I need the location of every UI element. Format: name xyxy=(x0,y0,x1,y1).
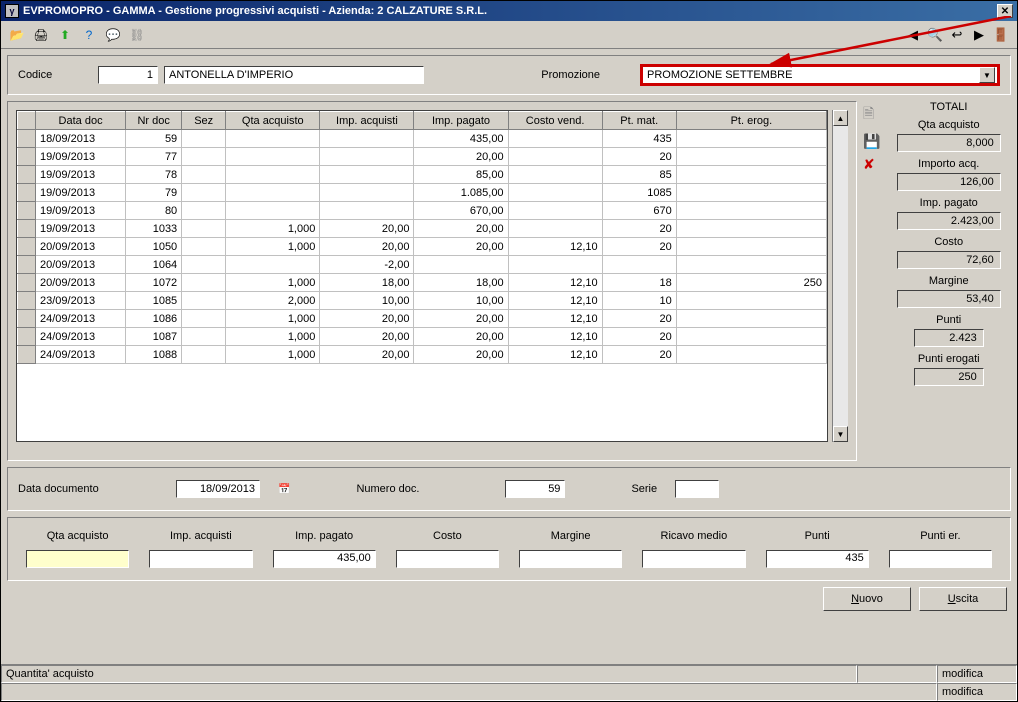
new-row-icon[interactable]: 🗎 xyxy=(863,103,880,127)
exit-icon[interactable]: 🚪 xyxy=(991,25,1011,45)
promozione-combo[interactable]: PROMOZIONE SETTEMBRE ▼ xyxy=(640,64,1000,86)
input-label: Ricavo medio xyxy=(661,530,728,542)
scrollbar[interactable]: ▲ ▼ xyxy=(832,110,848,442)
table-row[interactable]: 20/09/20131064-2,00 xyxy=(18,256,827,274)
codice-label: Codice xyxy=(18,69,98,81)
chevron-down-icon[interactable]: ▼ xyxy=(979,67,995,83)
total-costo: 72,60 xyxy=(897,251,1001,269)
table-row[interactable]: 19/09/20137885,0085 xyxy=(18,166,827,184)
total-punti: 2.423 xyxy=(914,329,984,347)
table-row[interactable]: 24/09/201310861,00020,0020,0012,1020 xyxy=(18,310,827,328)
input-field-ricavo-medio[interactable] xyxy=(642,550,745,568)
app-icon: γ xyxy=(5,4,19,18)
column-header[interactable]: Costo vend. xyxy=(508,112,602,130)
uscita-button[interactable]: Uscita xyxy=(919,587,1007,611)
nav-right-icon[interactable]: ▶ xyxy=(969,25,989,45)
detail-panel: Data documento 18/09/2013 📅 Numero doc. … xyxy=(7,467,1011,511)
status-left: Quantita' acquisto xyxy=(1,665,857,683)
column-header[interactable]: Data doc xyxy=(36,112,126,130)
nuovo-button[interactable]: Nuovo xyxy=(823,587,911,611)
calendar-icon[interactable]: 📅 xyxy=(278,484,290,495)
toolbar: 📂 🖨 ⬆ ? 💬 ⛓ ◀ 🔍 ↩ ▶ 🚪 xyxy=(1,21,1017,49)
codice-field[interactable]: 1 xyxy=(98,66,158,84)
totals-panel: TOTALI Qta acquisto 8,000 Importo acq. 1… xyxy=(886,101,1011,461)
grid-actions: 🗎 💾 ✘ xyxy=(863,101,880,461)
status-r2: modifica xyxy=(937,683,1017,701)
serie-field[interactable] xyxy=(675,480,719,498)
column-header[interactable]: Qta acquisto xyxy=(226,112,320,130)
input-field-imp-pagato[interactable]: 435,00 xyxy=(273,550,376,568)
num-doc-field[interactable]: 59 xyxy=(505,480,565,498)
open-icon[interactable]: 📂 xyxy=(7,25,27,45)
total-punti-erog: 250 xyxy=(914,368,984,386)
input-field-costo[interactable] xyxy=(396,550,499,568)
promozione-label: Promozione xyxy=(541,69,600,81)
table-row[interactable]: 19/09/2013791.085,001085 xyxy=(18,184,827,202)
grid-panel: Data docNr docSezQta acquistoImp. acquis… xyxy=(7,101,857,461)
num-doc-label: Numero doc. xyxy=(356,483,419,495)
export-icon[interactable]: ⬆ xyxy=(55,25,75,45)
column-header[interactable]: Imp. acquisti xyxy=(320,112,414,130)
statusbar: Quantita' acquisto modifica modifica xyxy=(1,664,1017,701)
input-label: Imp. acquisti xyxy=(170,530,232,542)
data-doc-field[interactable]: 18/09/2013 xyxy=(176,480,260,498)
input-label: Qta acquisto xyxy=(47,530,109,542)
scroll-up-icon[interactable]: ▲ xyxy=(833,110,848,126)
column-header[interactable]: Pt. mat. xyxy=(602,112,676,130)
search-icon[interactable]: 🔍 xyxy=(925,25,945,45)
table-row[interactable]: 23/09/201310852,00010,0010,0012,1010 xyxy=(18,292,827,310)
history-icon[interactable]: ↩ xyxy=(947,25,967,45)
table-row[interactable]: 24/09/201310871,00020,0020,0012,1020 xyxy=(18,328,827,346)
input-label: Imp. pagato xyxy=(295,530,353,542)
input-label: Margine xyxy=(551,530,591,542)
delete-icon[interactable]: ✘ xyxy=(863,156,880,173)
total-imp-acq: 126,00 xyxy=(897,173,1001,191)
status-r1: modifica xyxy=(937,665,1017,683)
save-icon[interactable]: 💾 xyxy=(863,133,880,150)
titlebar: γ EVPROMOPRO - GAMMA - Gestione progress… xyxy=(1,1,1017,21)
input-label: Punti xyxy=(805,530,830,542)
info-icon[interactable]: 💬 xyxy=(103,25,123,45)
inputs-panel: Qta acquisto Imp. acquisti Imp. pagato 435,… xyxy=(7,517,1011,581)
data-grid[interactable]: Data docNr docSezQta acquistoImp. acquis… xyxy=(16,110,828,442)
table-row[interactable]: 20/09/201310721,00018,0018,0012,1018250 xyxy=(18,274,827,292)
total-qta: 8,000 xyxy=(897,134,1001,152)
column-header[interactable]: Pt. erog. xyxy=(676,112,826,130)
button-bar: Nuovo Uscita xyxy=(11,587,1007,611)
input-label: Costo xyxy=(433,530,462,542)
close-icon[interactable]: ✕ xyxy=(997,4,1013,18)
promozione-value: PROMOZIONE SETTEMBRE xyxy=(647,69,792,81)
nav-left-icon[interactable]: ◀ xyxy=(903,25,923,45)
input-field-qta-acquisto[interactable] xyxy=(26,550,129,568)
total-imp-pag: 2.423,00 xyxy=(897,212,1001,230)
serie-label: Serie xyxy=(631,483,657,495)
table-row[interactable]: 19/09/201310331,00020,0020,0020 xyxy=(18,220,827,238)
input-field-imp-acquisti[interactable] xyxy=(149,550,252,568)
input-field-margine[interactable] xyxy=(519,550,622,568)
input-label: Punti er. xyxy=(920,530,960,542)
window-title: EVPROMOPRO - GAMMA - Gestione progressiv… xyxy=(23,5,487,17)
scroll-down-icon[interactable]: ▼ xyxy=(833,426,848,442)
codice-desc-field[interactable]: ANTONELLA D'IMPERIO xyxy=(164,66,424,84)
totals-title: TOTALI xyxy=(886,101,1011,113)
data-doc-label: Data documento xyxy=(18,483,158,495)
table-row[interactable]: 19/09/201380670,00670 xyxy=(18,202,827,220)
print-icon[interactable]: 🖨 xyxy=(31,25,51,45)
table-row[interactable]: 18/09/201359435,00435 xyxy=(18,130,827,148)
table-row[interactable]: 20/09/201310501,00020,0020,0012,1020 xyxy=(18,238,827,256)
input-field-punti-er-[interactable] xyxy=(889,550,992,568)
total-margine: 53,40 xyxy=(897,290,1001,308)
help-icon[interactable]: ? xyxy=(79,25,99,45)
column-header[interactable]: Imp. pagato xyxy=(414,112,508,130)
header-panel: Codice 1 ANTONELLA D'IMPERIO Promozione … xyxy=(7,55,1011,95)
table-row[interactable]: 19/09/20137720,0020 xyxy=(18,148,827,166)
link-icon[interactable]: ⛓ xyxy=(127,25,147,45)
column-header[interactable]: Sez xyxy=(182,112,226,130)
input-field-punti[interactable]: 435 xyxy=(766,550,869,568)
column-header[interactable]: Nr doc xyxy=(126,112,182,130)
table-row[interactable]: 24/09/201310881,00020,0020,0012,1020 xyxy=(18,346,827,364)
